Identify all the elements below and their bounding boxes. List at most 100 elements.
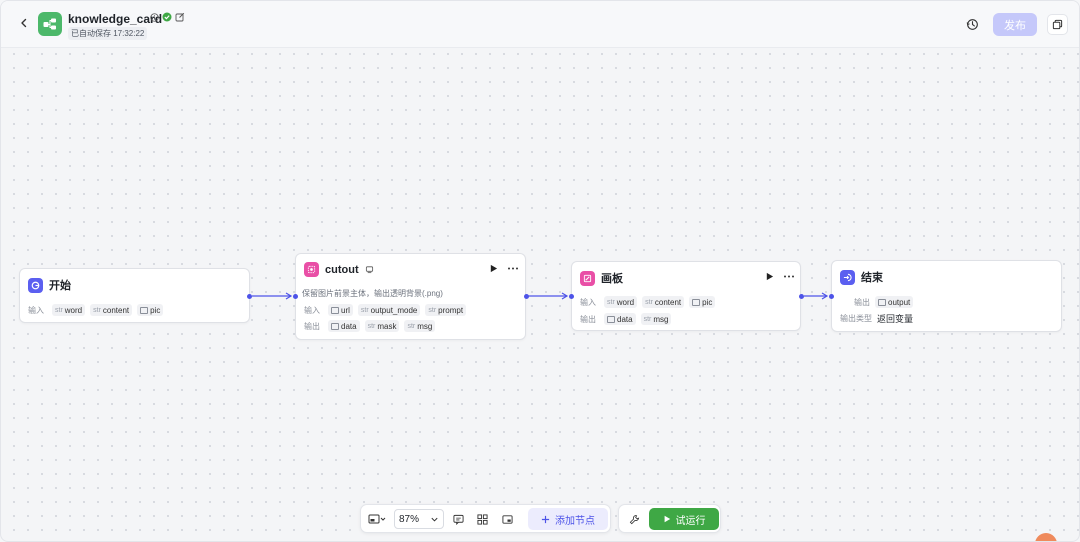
image-icon: [692, 298, 701, 306]
image-icon: [331, 322, 339, 330]
node-cutout[interactable]: cutout 保留图片前景主体，输出透明背景(.png) 输入 url str o…: [293, 253, 529, 340]
end-icon: [840, 269, 855, 285]
param-type: str: [367, 322, 376, 330]
start-icon: [28, 277, 43, 293]
node-canvas-output-port[interactable]: [799, 294, 804, 299]
param-name: data: [341, 321, 357, 331]
chevron-down-icon: [431, 517, 438, 522]
image-icon: [878, 298, 886, 306]
node-cutout-description: 保留图片前景主体，输出透明背景(.png): [302, 289, 443, 298]
param-name: pic: [150, 305, 161, 315]
zoom-select[interactable]: 87%: [394, 509, 444, 529]
comment-icon: [452, 514, 464, 525]
param-tag: str word: [52, 304, 86, 316]
more-icon[interactable]: [783, 272, 795, 281]
param-tag: str content: [90, 304, 133, 316]
play-icon: [664, 515, 670, 523]
node-canvas-title: 画板: [601, 273, 623, 285]
more-icon[interactable]: [507, 264, 519, 273]
node-cutout-input-port[interactable]: [293, 294, 298, 299]
debug-tools-button[interactable]: [627, 512, 641, 526]
node-start[interactable]: 开始 输入 str word str content pic: [19, 268, 252, 323]
param-name: msg: [417, 321, 433, 331]
fit-view-icon: [501, 514, 513, 524]
param-name: content: [654, 297, 682, 307]
workflow-canvas[interactable]: knowledge_card 已自动保存 17:32:22 发布 开始 输入 s…: [0, 0, 1080, 542]
fit-view-button[interactable]: [500, 512, 514, 526]
param-name: output: [888, 297, 911, 307]
output-label: 输出: [580, 314, 596, 324]
param-name: data: [617, 314, 633, 324]
node-start-inputs: 输入 str word str content pic: [28, 304, 164, 316]
grid-layout-icon: [476, 513, 488, 525]
param-type: str: [645, 298, 653, 306]
param-tag: str content: [642, 296, 685, 308]
node-cutout-outputs: 输出 data str mask str msg: [304, 320, 436, 332]
param-type: str: [607, 298, 615, 306]
param-type: str: [55, 306, 63, 314]
minimap-icon: [368, 514, 386, 524]
node-canvas-inputs: 输入 str word str content pic: [580, 296, 716, 308]
add-node-button[interactable]: 添加节点: [528, 508, 608, 530]
node-end[interactable]: 结束 输出 output 输出类型 返回变量: [829, 260, 1062, 332]
cutout-icon: [304, 262, 319, 277]
test-run-label: 试运行: [675, 515, 706, 527]
param-name: msg: [653, 314, 669, 324]
add-node-label: 添加节点: [555, 515, 595, 527]
param-name: output_mode: [370, 305, 418, 315]
node-canvas-outputs: 输出 data str msg: [580, 313, 672, 325]
param-tag: pic: [137, 304, 164, 316]
param-tag: data: [328, 320, 360, 332]
node-canvas-header: 画板: [580, 270, 623, 286]
node-end-outputs: 输出 output: [854, 296, 914, 308]
node-start-output-port[interactable]: [247, 294, 252, 299]
param-type: str: [643, 315, 652, 323]
param-tag: output: [875, 296, 914, 308]
plus-icon: [541, 515, 550, 523]
node-start-header: 开始: [28, 277, 71, 293]
node-cutout-title: cutout: [325, 263, 359, 276]
node-cutout-output-port[interactable]: [524, 294, 529, 299]
param-name: pic: [702, 297, 713, 307]
param-tag: pic: [689, 296, 716, 308]
node-canvas[interactable]: 画板 输入 str word str content pic 输出 data str…: [569, 261, 804, 331]
run-toolbar: 试运行: [618, 504, 721, 533]
param-tag: url: [328, 304, 353, 316]
image-icon: [331, 306, 339, 314]
input-label: 输入: [28, 305, 44, 315]
param-name: prompt: [438, 305, 464, 315]
minimap-toggle-button[interactable]: [366, 512, 388, 526]
output-label: 输出: [854, 297, 870, 307]
node-end-output-type: 输出类型 返回变量: [840, 312, 913, 325]
param-type: str: [360, 306, 369, 314]
node-canvas-input-port[interactable]: [569, 294, 574, 299]
param-name: content: [102, 305, 130, 315]
plugin-icon: [365, 266, 373, 274]
param-tag: str msg: [404, 320, 436, 332]
node-cutout-inputs: 输入 url str output_mode str prompt: [304, 304, 467, 316]
zoom-value: 87%: [399, 513, 420, 525]
node-start-title: 开始: [49, 280, 71, 292]
bottom-toolbar: 87% 添加节点: [360, 504, 611, 533]
play-icon[interactable]: [489, 264, 498, 273]
node-end-header: 结束: [840, 269, 883, 285]
play-icon[interactable]: [765, 272, 774, 281]
node-cutout-actions: [489, 264, 519, 273]
param-tag: str word: [604, 296, 638, 308]
node-end-title: 结束: [861, 272, 883, 284]
param-tag: str prompt: [425, 304, 467, 316]
param-type: str: [407, 322, 416, 330]
node-end-input-port[interactable]: [829, 294, 834, 299]
param-tag: str msg: [640, 313, 672, 325]
layout-button[interactable]: [475, 512, 489, 526]
param-name: word: [616, 297, 635, 307]
test-run-button[interactable]: 试运行: [649, 508, 719, 530]
canvas-icon: [580, 270, 595, 286]
image-icon: [140, 306, 149, 314]
node-cutout-header: cutout: [304, 262, 374, 277]
output-type-value: 返回变量: [877, 314, 914, 324]
param-type: str: [93, 306, 101, 314]
param-tag: str output_mode: [357, 304, 421, 316]
wrench-icon: [629, 514, 639, 524]
comment-button[interactable]: [451, 512, 465, 526]
